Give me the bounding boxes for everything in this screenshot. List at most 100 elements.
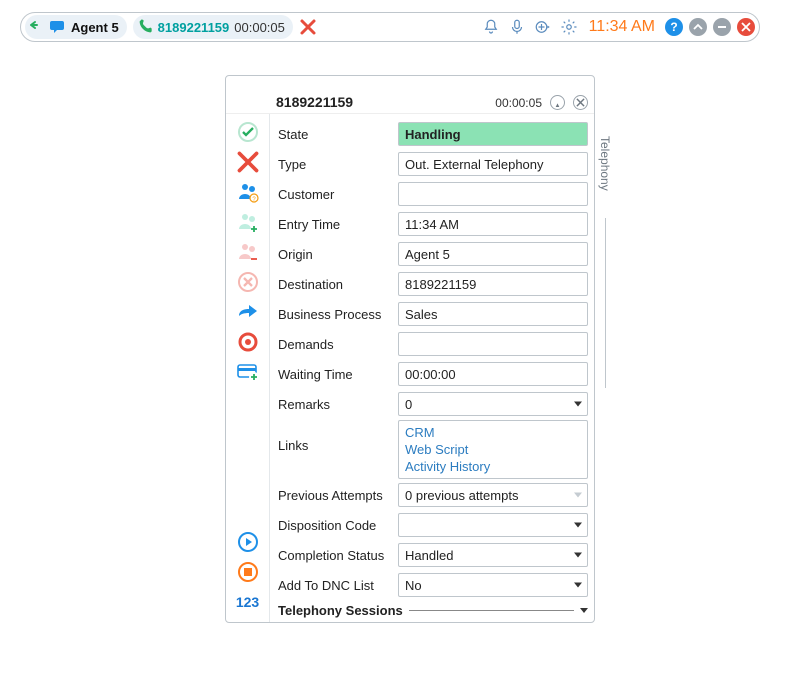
record-button[interactable] [230, 328, 266, 356]
interaction-panel: 8189221159 00:00:05 Telephony [225, 75, 595, 623]
play-button[interactable] [230, 528, 266, 556]
agent-label: Agent 5 [71, 20, 119, 35]
collapse-button[interactable] [689, 18, 707, 36]
previous-attempts-label: Previous Attempts [274, 488, 394, 503]
chevron-up-icon [693, 22, 703, 32]
link-crm[interactable]: CRM [405, 425, 581, 440]
links-label: Links [274, 420, 394, 453]
chevron-down-icon [580, 608, 588, 613]
payment-button[interactable] [230, 358, 266, 386]
add-circle-icon [534, 18, 552, 36]
disposition-code-label: Disposition Code [274, 518, 394, 533]
action-rail: ? [226, 114, 270, 622]
type-value: Out. External Telephony [398, 152, 588, 176]
call-timer: 00:00:05 [234, 20, 285, 35]
panel-close-button[interactable] [573, 95, 588, 110]
waiting-time-value: 00:00:00 [398, 362, 588, 386]
demands-field[interactable] [398, 332, 588, 356]
x-icon [576, 98, 585, 107]
agent-status-chip[interactable]: Agent 5 [25, 15, 127, 39]
link-activity-history[interactable]: Activity History [405, 459, 581, 474]
origin-value: Agent 5 [398, 242, 588, 266]
business-process-value: Sales [398, 302, 588, 326]
phone-icon [137, 19, 153, 35]
mic-icon [508, 18, 526, 36]
bell-icon [482, 18, 500, 36]
check-circle-icon [236, 120, 260, 144]
chevron-down-icon [574, 583, 582, 588]
reject-button[interactable] [230, 268, 266, 296]
end-call-x-button[interactable] [299, 18, 317, 36]
remove-participant-button[interactable] [230, 238, 266, 266]
transfer-button[interactable] [230, 298, 266, 326]
people-question-icon: ? [236, 180, 260, 204]
add-button[interactable] [533, 17, 553, 37]
state-label: State [274, 127, 394, 142]
customer-label: Customer [274, 187, 394, 202]
completion-status-label: Completion Status [274, 548, 394, 563]
chevron-down-icon [574, 493, 582, 498]
chevron-down-icon [574, 553, 582, 558]
help-button[interactable]: ? [665, 18, 683, 36]
close-icon [741, 22, 751, 32]
gear-icon [560, 18, 578, 36]
people-plus-icon [236, 210, 260, 234]
remarks-label: Remarks [274, 397, 394, 412]
pin-icon [553, 98, 562, 107]
panel-header: 8189221159 00:00:05 [226, 76, 594, 114]
call-number: 8189221159 [158, 20, 230, 35]
state-value: Handling [398, 122, 588, 146]
waiting-time-label: Waiting Time [274, 367, 394, 382]
settings-button[interactable] [559, 17, 579, 37]
entry-time-value: 11:34 AM [398, 212, 588, 236]
minimize-icon [717, 22, 727, 32]
x-icon [299, 18, 317, 36]
minimize-button[interactable] [713, 18, 731, 36]
stop-circle-icon [236, 560, 260, 584]
panel-timer: 00:00:05 [495, 96, 542, 110]
customer-field[interactable] [398, 182, 588, 206]
origin-label: Origin [274, 247, 394, 262]
stop-button[interactable] [230, 558, 266, 586]
destination-label: Destination [274, 277, 394, 292]
business-process-label: Business Process [274, 307, 394, 322]
x-circle-icon [236, 270, 260, 294]
telephony-side-tab[interactable]: Telephony [594, 132, 616, 392]
previous-attempts-select[interactable]: 0 previous attempts [398, 483, 588, 507]
bell-button[interactable] [481, 17, 501, 37]
clock-time: 11:34 AM [585, 18, 659, 36]
type-label: Type [274, 157, 394, 172]
entry-time-label: Entry Time [274, 217, 394, 232]
close-button[interactable] [737, 18, 755, 36]
pin-button[interactable] [550, 95, 565, 110]
remarks-select[interactable]: 0 [398, 392, 588, 416]
forward-arrow-icon [236, 300, 260, 324]
x-icon [237, 151, 259, 173]
cancel-button[interactable] [230, 148, 266, 176]
destination-value: 8189221159 [398, 272, 588, 296]
add-participant-button[interactable] [230, 208, 266, 236]
speech-bubble-icon [50, 19, 66, 35]
consult-button[interactable]: ? [230, 178, 266, 206]
record-icon [236, 330, 260, 354]
dnc-select[interactable]: No [398, 573, 588, 597]
active-call-chip[interactable]: 8189221159 00:00:05 [133, 15, 293, 39]
dnc-label: Add To DNC List [274, 578, 394, 593]
demands-label: Demands [274, 337, 394, 352]
transfer-arrows-icon [29, 19, 45, 35]
panel-title: 8189221159 [276, 94, 487, 110]
mic-button[interactable] [507, 17, 527, 37]
chevron-down-icon [574, 402, 582, 407]
disposition-code-select[interactable] [398, 513, 588, 537]
fields-area: State Handling Type Out. External Teleph… [270, 114, 594, 622]
link-web-script[interactable]: Web Script [405, 442, 581, 457]
play-circle-icon [236, 530, 260, 554]
telephony-sessions-toggle[interactable]: Telephony Sessions [274, 603, 588, 618]
people-minus-icon [236, 240, 260, 264]
dialpad-button[interactable]: 123 [230, 588, 266, 616]
complete-button[interactable] [230, 118, 266, 146]
top-bar: Agent 5 8189221159 00:00:05 [20, 12, 760, 42]
chevron-down-icon [574, 523, 582, 528]
links-box: CRM Web Script Activity History [398, 420, 588, 479]
completion-status-select[interactable]: Handled [398, 543, 588, 567]
